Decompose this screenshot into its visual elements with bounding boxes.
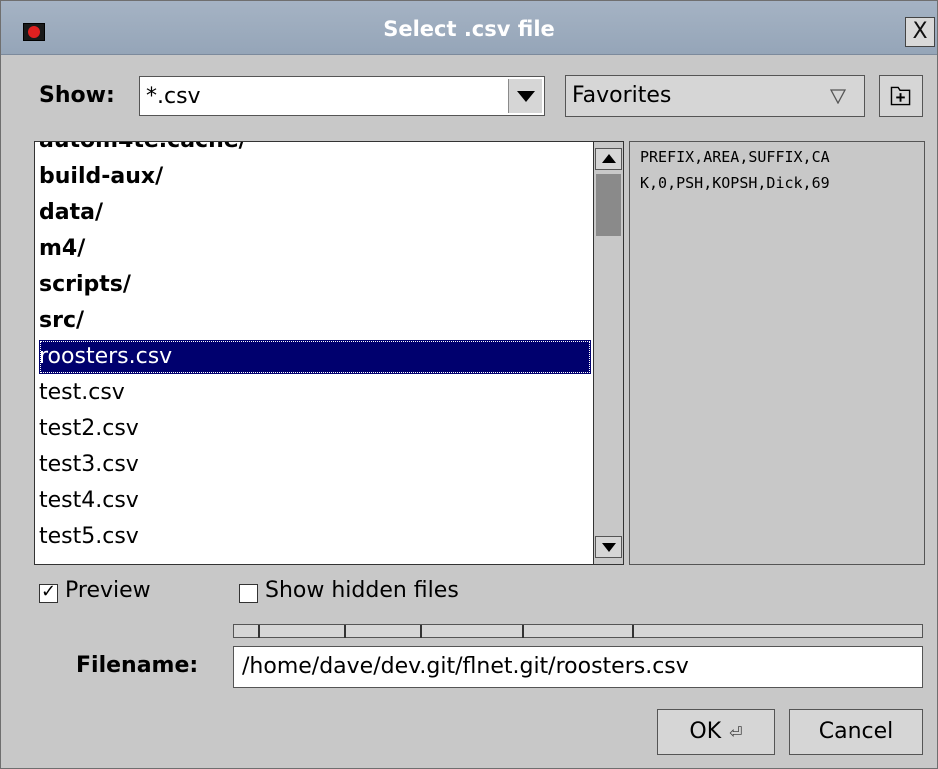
new-folder-icon (890, 86, 911, 106)
favorites-menu-button[interactable]: Favorites (565, 75, 865, 117)
file-list-item[interactable]: test5.csv (39, 520, 591, 554)
scroll-up-button[interactable] (595, 148, 622, 170)
file-list-item[interactable]: test3.csv (39, 448, 591, 482)
ok-button-label: OK (689, 719, 722, 744)
cancel-button[interactable]: Cancel (789, 709, 923, 755)
folder-list-item[interactable]: build-aux/ (39, 160, 591, 194)
folder-list-item[interactable]: m4/ (39, 232, 591, 266)
file-list-scrollbar[interactable] (594, 141, 624, 565)
return-key-icon: ⏎ (729, 723, 743, 742)
file-list-item[interactable]: test.csv (39, 376, 591, 410)
filename-input[interactable]: /home/dave/dev.git/flnet.git/roosters.cs… (233, 646, 923, 688)
dialog-title: Select .csv file (383, 17, 555, 41)
new-folder-button[interactable] (879, 75, 923, 117)
file-list-item[interactable]: roosters.csv (39, 340, 591, 374)
show-filter-value[interactable]: *.csv (146, 84, 201, 109)
scroll-down-button[interactable] (595, 536, 622, 558)
title-bar[interactable]: Select .csv file X (1, 1, 937, 55)
filename-label: Filename: (76, 653, 199, 678)
preview-line: K,0,PSH,KOPSH,Dick,69 (640, 174, 830, 192)
folder-list-item[interactable]: autom4te.cache/ (39, 142, 591, 158)
folder-list-item[interactable]: src/ (39, 304, 591, 338)
path-segment-divider[interactable] (258, 625, 260, 638)
path-segment-divider[interactable] (632, 625, 634, 638)
folder-list-item[interactable]: scripts/ (39, 268, 591, 302)
preview-checkbox-label[interactable]: Preview (65, 578, 151, 603)
file-preview-pane: PREFIX,AREA,SUFFIX,CA K,0,PSH,KOPSH,Dick… (629, 141, 925, 565)
show-filter-label: Show: (39, 83, 115, 108)
show-filter-combo[interactable]: *.csv (139, 76, 545, 116)
show-hidden-files-checkbox[interactable] (239, 584, 258, 603)
file-chooser-dialog: Select .csv file X Show: *.csv Favorites… (0, 0, 938, 769)
path-segment-divider[interactable] (522, 625, 524, 638)
path-segment-bar[interactable] (233, 624, 923, 638)
triangle-down-icon (830, 89, 846, 104)
preview-checkbox[interactable] (39, 581, 58, 603)
ok-button[interactable]: OK ⏎ (657, 709, 775, 755)
scrollbar-thumb[interactable] (596, 174, 621, 236)
path-segment-divider[interactable] (420, 625, 422, 638)
close-button[interactable]: X (905, 17, 935, 47)
file-list-item[interactable]: test4.csv (39, 484, 591, 518)
filename-value[interactable]: /home/dave/dev.git/flnet.git/roosters.cs… (242, 654, 689, 679)
chevron-down-icon[interactable] (508, 79, 542, 113)
file-list-item[interactable]: test2.csv (39, 412, 591, 446)
file-browser-list[interactable]: autom4te.cache/build-aux/data/m4/scripts… (34, 141, 594, 565)
favorites-label: Favorites (572, 83, 672, 108)
folder-list-item[interactable]: data/ (39, 196, 591, 230)
show-hidden-files-label[interactable]: Show hidden files (265, 578, 459, 603)
path-segment-divider[interactable] (344, 625, 346, 638)
preview-line: PREFIX,AREA,SUFFIX,CA (640, 148, 830, 166)
